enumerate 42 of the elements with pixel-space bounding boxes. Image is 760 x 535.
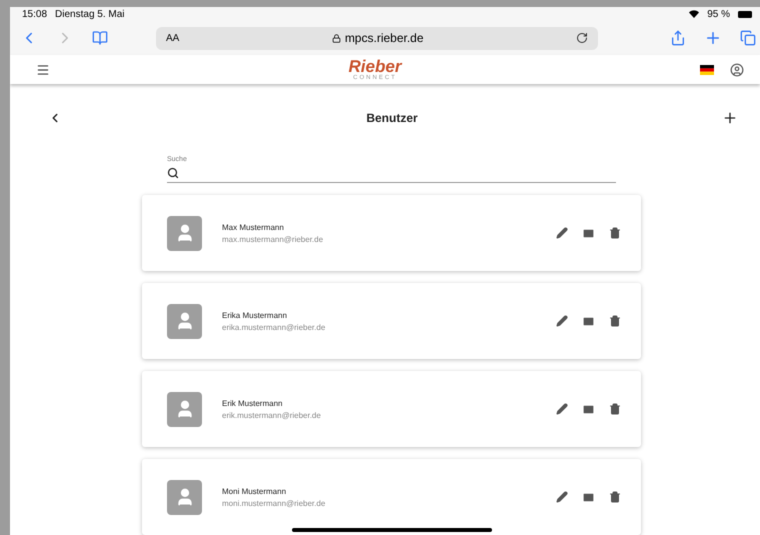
reload-icon[interactable]	[576, 32, 588, 44]
delete-button[interactable]	[609, 315, 621, 327]
menu-icon[interactable]	[36, 62, 50, 76]
user-card[interactable]: Erika Mustermann erika.mustermann@rieber.de	[142, 283, 641, 359]
user-email: max.mustermann@rieber.de	[222, 234, 324, 244]
user-name: Erik Mustermann	[222, 398, 284, 408]
delete-button[interactable]	[609, 491, 621, 503]
user-email: erika.mustermann@rieber.de	[222, 322, 326, 332]
wifi-icon	[689, 10, 700, 18]
add-button[interactable]	[722, 110, 738, 126]
address-bar[interactable]: AA mpcs.rieber.de	[156, 26, 598, 50]
status-date: Dienstag 5. Mai	[55, 8, 125, 20]
lock-icon	[332, 34, 341, 42]
share-icon[interactable]	[670, 30, 686, 46]
delete-button[interactable]	[609, 227, 621, 239]
delete-button[interactable]	[609, 403, 621, 415]
user-card[interactable]: Max Mustermann max.mustermann@rieber.de	[142, 195, 641, 271]
avatar-icon	[167, 480, 202, 514]
avatar-icon	[167, 216, 202, 250]
edit-button[interactable]	[556, 491, 568, 503]
user-name: Moni Mustermann	[222, 486, 288, 496]
battery-percentage: 95 %	[707, 8, 730, 20]
edit-button[interactable]	[556, 315, 568, 327]
user-email: moni.mustermann@rieber.de	[222, 498, 326, 508]
edit-button[interactable]	[556, 227, 568, 239]
avatar-icon	[167, 304, 202, 338]
edit-button[interactable]	[556, 403, 568, 415]
page-title: Benutzer	[366, 111, 418, 125]
user-email: erik.mustermann@rieber.de	[222, 410, 322, 420]
account-icon[interactable]	[730, 62, 744, 76]
user-name: Erika Mustermann	[222, 310, 288, 320]
user-name: Max Mustermann	[222, 222, 285, 232]
battery-icon	[738, 10, 754, 18]
user-card[interactable]: Moni Mustermann moni.mustermann@rieber.de	[142, 459, 641, 535]
german-flag-icon[interactable]	[700, 64, 714, 74]
new-tab-icon[interactable]	[704, 29, 722, 47]
tabs-icon[interactable]	[740, 30, 756, 46]
search-icon	[167, 167, 179, 179]
status-time: 15:08	[22, 8, 48, 20]
bookmarks-icon[interactable]	[92, 30, 108, 46]
avatar-icon	[167, 392, 202, 426]
user-card[interactable]: Erik Mustermann erik.mustermann@rieber.de	[142, 371, 641, 447]
